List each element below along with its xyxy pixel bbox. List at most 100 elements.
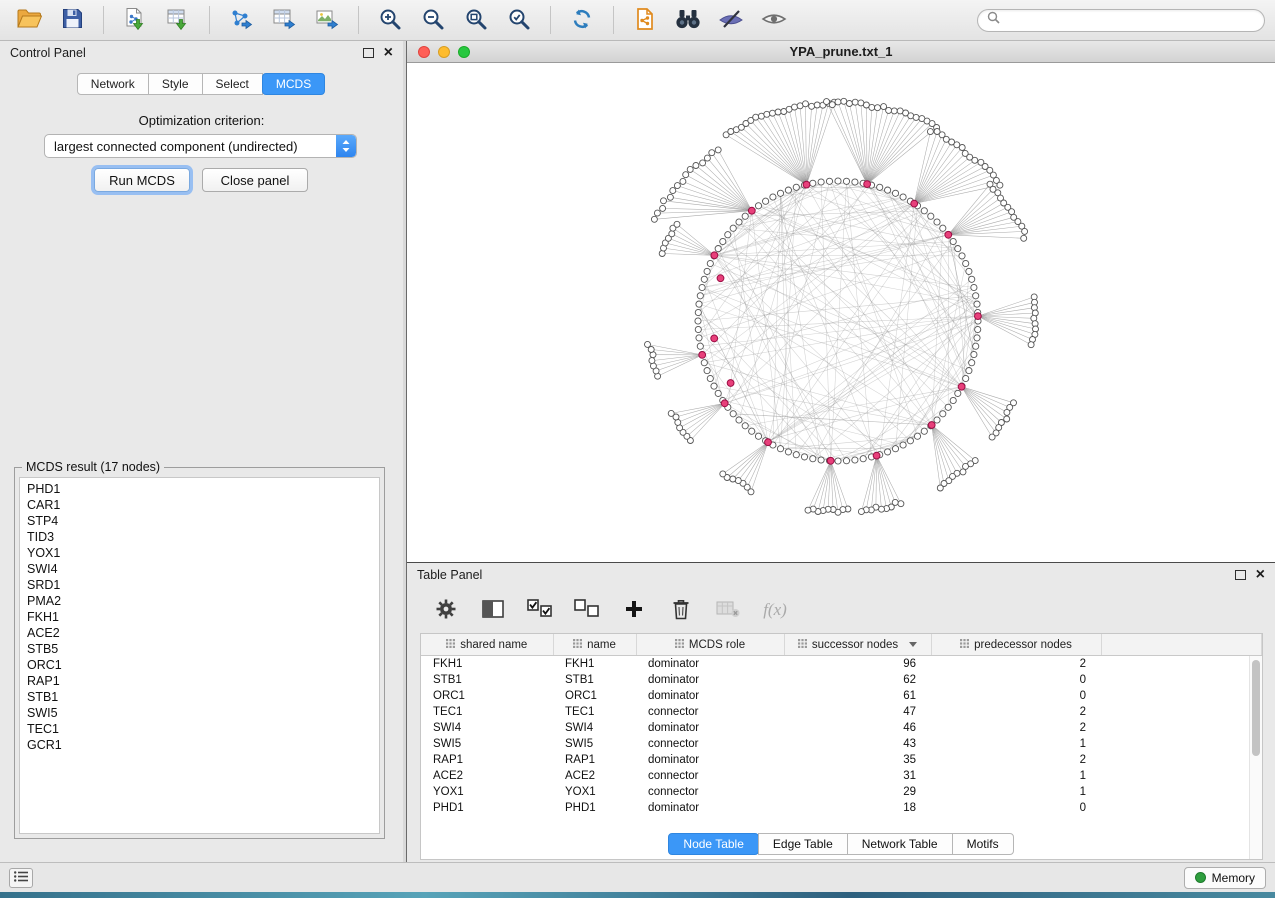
table-cell[interactable]: [1101, 800, 1262, 816]
mcds-result-item[interactable]: STP4: [20, 513, 379, 529]
table-row[interactable]: SWI4SWI4dominator462: [421, 720, 1262, 736]
search-network-button[interactable]: [669, 4, 707, 36]
maximize-window-icon[interactable]: [458, 46, 470, 58]
refresh-view-button[interactable]: [563, 4, 601, 36]
mcds-result-item[interactable]: STB1: [20, 689, 379, 705]
table-cell[interactable]: ORC1: [421, 688, 553, 704]
table-cell[interactable]: FKH1: [553, 656, 636, 673]
table-cell[interactable]: SWI5: [553, 736, 636, 752]
table-cell[interactable]: 0: [931, 688, 1101, 704]
table-row[interactable]: FKH1FKH1dominator962: [421, 656, 1262, 673]
table-cell[interactable]: connector: [636, 736, 784, 752]
table-cell[interactable]: 31: [784, 768, 931, 784]
export-table-button[interactable]: [265, 4, 303, 36]
table-cell[interactable]: dominator: [636, 672, 784, 688]
export-image-button[interactable]: [308, 4, 346, 36]
table-cell[interactable]: 2: [931, 752, 1101, 768]
tab-edge-table[interactable]: Edge Table: [758, 833, 848, 855]
table-cell[interactable]: dominator: [636, 688, 784, 704]
table-row[interactable]: RAP1RAP1dominator352: [421, 752, 1262, 768]
mcds-result-item[interactable]: STB5: [20, 641, 379, 657]
mcds-result-item[interactable]: TEC1: [20, 721, 379, 737]
tab-network-table[interactable]: Network Table: [847, 833, 953, 855]
table-cell[interactable]: [1101, 720, 1262, 736]
table-row[interactable]: TEC1TEC1connector472: [421, 704, 1262, 720]
tab-node-table[interactable]: Node Table: [668, 833, 759, 855]
tab-select[interactable]: Select: [202, 73, 263, 95]
float-panel-icon[interactable]: [1235, 570, 1246, 580]
export-network-button[interactable]: [222, 4, 260, 36]
float-panel-icon[interactable]: [363, 48, 374, 58]
network-graph[interactable]: [407, 63, 1273, 562]
table-cell[interactable]: 61: [784, 688, 931, 704]
task-history-button[interactable]: [9, 868, 33, 888]
table-cell[interactable]: [1101, 736, 1262, 752]
table-cell[interactable]: 18: [784, 800, 931, 816]
create-column-button[interactable]: [619, 595, 649, 625]
table-cell[interactable]: YOX1: [553, 784, 636, 800]
table-cell[interactable]: SWI4: [421, 720, 553, 736]
table-row[interactable]: ORC1ORC1dominator610: [421, 688, 1262, 704]
run-mcds-button[interactable]: Run MCDS: [94, 168, 190, 192]
zoom-fit-button[interactable]: [457, 4, 495, 36]
table-scrollbar[interactable]: [1249, 656, 1262, 859]
table-row[interactable]: SWI5SWI5connector431: [421, 736, 1262, 752]
mcds-result-item[interactable]: TID3: [20, 529, 379, 545]
table-cell[interactable]: 2: [931, 720, 1101, 736]
table-cell[interactable]: dominator: [636, 800, 784, 816]
column-header-MCDS-role[interactable]: MCDS role: [636, 634, 784, 656]
zoom-selected-button[interactable]: [500, 4, 538, 36]
column-header-name[interactable]: name: [553, 634, 636, 656]
table-cell[interactable]: 1: [931, 768, 1101, 784]
table-cell[interactable]: [1101, 784, 1262, 800]
select-all-columns-button[interactable]: [525, 595, 555, 625]
save-session-button[interactable]: [53, 4, 91, 36]
table-cell[interactable]: YOX1: [421, 784, 553, 800]
table-cell[interactable]: FKH1: [421, 656, 553, 673]
table-cell[interactable]: [1101, 768, 1262, 784]
tab-network[interactable]: Network: [77, 73, 149, 95]
table-cell[interactable]: dominator: [636, 720, 784, 736]
deselect-all-columns-button[interactable]: [572, 595, 602, 625]
mcds-result-item[interactable]: SWI5: [20, 705, 379, 721]
table-cell[interactable]: TEC1: [421, 704, 553, 720]
delete-column-button[interactable]: [666, 595, 696, 625]
table-cell[interactable]: 35: [784, 752, 931, 768]
import-network-from-file-button[interactable]: [116, 4, 154, 36]
column-header-predecessor-nodes[interactable]: predecessor nodes: [931, 634, 1101, 656]
show-all-button[interactable]: [755, 4, 793, 36]
table-row[interactable]: PHD1PHD1dominator180: [421, 800, 1262, 816]
mcds-result-item[interactable]: RAP1: [20, 673, 379, 689]
table-cell[interactable]: 29: [784, 784, 931, 800]
memory-button[interactable]: Memory: [1184, 867, 1266, 889]
table-cell[interactable]: 62: [784, 672, 931, 688]
table-cell[interactable]: RAP1: [421, 752, 553, 768]
mcds-result-item[interactable]: ORC1: [20, 657, 379, 673]
table-cell[interactable]: STB1: [553, 672, 636, 688]
search-input[interactable]: [1006, 12, 1255, 28]
table-row[interactable]: ACE2ACE2connector311: [421, 768, 1262, 784]
open-file-button[interactable]: [10, 4, 48, 36]
mcds-result-item[interactable]: YOX1: [20, 545, 379, 561]
table-cell[interactable]: PHD1: [553, 800, 636, 816]
table-cell[interactable]: TEC1: [553, 704, 636, 720]
table-cell[interactable]: SWI4: [553, 720, 636, 736]
table-cell[interactable]: PHD1: [421, 800, 553, 816]
table-cell[interactable]: dominator: [636, 752, 784, 768]
minimize-window-icon[interactable]: [438, 46, 450, 58]
table-cell[interactable]: 47: [784, 704, 931, 720]
table-cell[interactable]: ORC1: [553, 688, 636, 704]
table-cell[interactable]: connector: [636, 704, 784, 720]
mcds-result-item[interactable]: PHD1: [20, 481, 379, 497]
zoom-out-button[interactable]: [414, 4, 452, 36]
table-cell[interactable]: 0: [931, 800, 1101, 816]
table-cell[interactable]: RAP1: [553, 752, 636, 768]
close-panel-icon[interactable]: ×: [1256, 568, 1265, 582]
criterion-select[interactable]: largest connected component (undirected): [44, 134, 357, 158]
table-cell[interactable]: 2: [931, 656, 1101, 673]
column-header-successor-nodes[interactable]: successor nodes: [784, 634, 931, 656]
table-row[interactable]: STB1STB1dominator620: [421, 672, 1262, 688]
mcds-result-item[interactable]: PMA2: [20, 593, 379, 609]
table-cell[interactable]: connector: [636, 768, 784, 784]
table-cell[interactable]: 46: [784, 720, 931, 736]
